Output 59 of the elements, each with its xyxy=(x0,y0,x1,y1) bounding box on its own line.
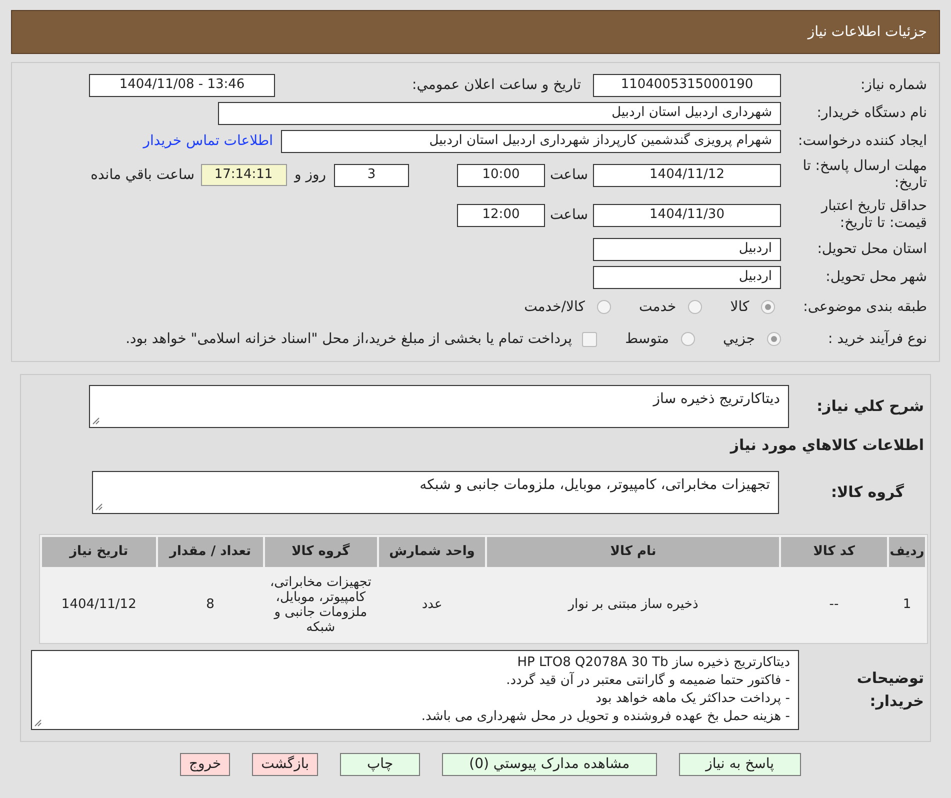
note-line: - هزینه حمل بخ عهده فروشنده و تحویل در محل شهرداری می باشد. xyxy=(420,708,790,726)
field-label: کالا/خدمت xyxy=(524,298,585,316)
field-label: گروه کالا: xyxy=(830,482,905,503)
action-button[interactable]: مشاهده مدارک پیوستي (0) xyxy=(442,753,657,776)
field-label: شرح کلي نیاز: xyxy=(816,396,924,417)
input-field[interactable]: اردبیل xyxy=(593,238,781,260)
text-area[interactable]: دیتاکارتریج ذخیره ساز xyxy=(89,385,789,428)
field-label: جزيي xyxy=(723,330,755,348)
input-field[interactable]: 1104005315000190 xyxy=(593,74,781,96)
input-field[interactable]: 3 xyxy=(334,164,409,186)
summary-text: دیتاکارتریج ذخیره ساز xyxy=(653,391,780,407)
column-header: واحد شمارش xyxy=(378,536,486,566)
field-label: ساعت باقي مانده xyxy=(90,166,194,184)
field-label: ساعت xyxy=(548,206,590,224)
field-label: مهلت ارسال پاسخ: تا تاریخ: xyxy=(802,158,927,192)
field-label: استان محل تحویل: xyxy=(816,240,927,258)
text-area[interactable]: تجهیزات مخابراتی، کامپیوتر، موبایل، ملزومات جانبی و شبکه xyxy=(92,470,779,514)
field-label: نام دستگاه خریدار: xyxy=(816,104,927,122)
field-label: روز و xyxy=(294,166,326,184)
column-header: ردیف xyxy=(889,536,925,566)
column-header: کد کالا xyxy=(781,536,888,566)
input-field[interactable]: 1404/11/08 - 13:46 xyxy=(89,74,275,96)
field-label: طبقه بندی موضوعی: xyxy=(803,298,927,316)
input-field[interactable]: شهرام پرویزی گندشمین کارپرداز شهرداری اردبیل استان اردبیل xyxy=(281,130,781,152)
action-button[interactable]: چاپ xyxy=(340,753,420,776)
field-label: تاریخ و ساعت اعلان عمومي: xyxy=(411,76,581,94)
column-header: تعداد / مقدار xyxy=(158,536,263,566)
input-field[interactable]: 12:00 xyxy=(457,204,545,226)
field-label: توضیحات خریدار: xyxy=(856,668,924,712)
field-label: خدمت xyxy=(638,298,676,316)
field-label: متوسط xyxy=(625,330,670,348)
field-label: شماره نیاز: xyxy=(860,76,927,94)
action-button[interactable]: خروج xyxy=(180,753,230,776)
remaining-time: 17:14:11 xyxy=(200,164,286,186)
column-header: گروه کالا xyxy=(264,536,377,566)
column-header: نام کالا xyxy=(487,536,780,566)
field-label: کالا xyxy=(730,298,750,316)
section-heading: اطلاعات کالاهاي مورد نیاز xyxy=(728,435,924,456)
column-header: تاریخ نیاز xyxy=(42,536,156,566)
input-field[interactable]: 1404/11/12 xyxy=(593,164,781,186)
note-line: - فاکتور حتما ضمیمه و گارانتی معتبر در آن قید گردد. xyxy=(505,672,790,690)
field-label: شهر محل تحویل: xyxy=(824,268,927,286)
field-label: پرداخت تمام یا بخشی از مبلغ خرید،از محل "اسناد خزانه اسلامی" خواهد بود. xyxy=(126,330,572,348)
action-button[interactable]: بازگشت xyxy=(252,753,318,776)
field-label: ساعت xyxy=(548,166,590,184)
field-label: نوع فرآیند خرید : xyxy=(827,329,927,348)
note-line: - پرداخت حداکثر یک ماهه خواهد بود xyxy=(594,690,790,708)
input-field[interactable]: اردبیل xyxy=(593,266,781,288)
action-button[interactable]: پاسخ به نیاز xyxy=(678,753,802,776)
text-area[interactable]: دیتاکارتریج ذخیره ساز HP LTO8 Q2078A 30 Tb - فاکتور حتما ضمیمه و گارانتی معتبر در آن قید گردد. - پرداخت حداکثر یک ماهه خواهد بود - هزینه حمل بخ عهده فروشنده و تحویل در محل شهرداری می باشد. xyxy=(31,650,799,730)
input-field[interactable]: 10:00 xyxy=(457,164,545,186)
input-field[interactable]: شهرداری اردبیل استان اردبیل xyxy=(218,102,781,124)
page-title: جزئیات اطلاعات نیاز xyxy=(808,22,927,42)
field-label: ایجاد کننده درخواست: xyxy=(797,132,927,150)
goods-group-text: تجهیزات مخابراتی، کامپیوتر، موبایل، ملزومات جانبی و شبکه xyxy=(420,476,770,492)
buyer-contact-link[interactable]: اطلاعات تماس خریدار xyxy=(143,130,273,152)
input-field[interactable]: 1404/11/30 xyxy=(593,204,781,226)
note-line: دیتاکارتریج ذخیره ساز HP LTO8 Q2078A 30 Tb xyxy=(516,654,790,672)
field-label: حداقل تاریخ اعتبار قیمت: تا تاریخ: xyxy=(820,198,927,232)
